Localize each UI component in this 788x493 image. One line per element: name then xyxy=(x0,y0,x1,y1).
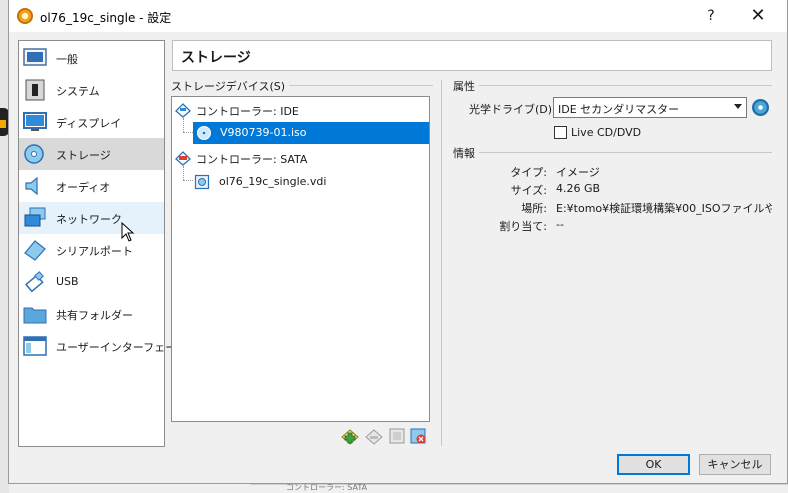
tree-item-label: コントローラー: IDE xyxy=(196,105,299,118)
title-bar[interactable]: ol76_19c_single - 設定 ? ✕ xyxy=(9,0,787,32)
info-attached-key: 割り当て: xyxy=(499,220,547,233)
mouse-cursor-icon xyxy=(121,222,135,242)
cancel-button[interactable]: キャンセル xyxy=(699,454,771,475)
sidebar-item-label: USB xyxy=(56,275,79,288)
remove-attachment-icon[interactable] xyxy=(365,427,383,445)
add-controller-icon[interactable] xyxy=(388,427,406,445)
sidebar-item-label: オーディオ xyxy=(56,181,111,194)
tree-item-label: コントローラー: SATA xyxy=(196,153,308,166)
shared-folder-icon xyxy=(23,307,47,324)
chevron-down-icon xyxy=(734,104,742,109)
tree-item-sata-controller[interactable]: コントローラー: SATA xyxy=(172,147,429,169)
info-type-key: タイプ: xyxy=(510,166,547,179)
live-cd-label[interactable]: Live CD/DVD xyxy=(571,126,641,139)
page-title: ストレージ xyxy=(181,50,251,66)
tree-item-hard-disk[interactable]: ol76_19c_single.vdi xyxy=(172,171,429,193)
sidebar-item-display[interactable]: ディスプレイ xyxy=(19,106,164,138)
optical-disk-icon xyxy=(197,126,211,140)
tree-item-label: V980739-01.iso xyxy=(220,126,307,139)
help-button[interactable]: ? xyxy=(699,4,723,28)
sidebar-item-audio[interactable]: オーディオ xyxy=(19,170,164,202)
sidebar-item-label: ネットワーク xyxy=(56,213,122,226)
sidebar-item-storage[interactable]: ストレージ xyxy=(19,138,164,170)
optical-drive-value: IDE セカンダリマスター xyxy=(558,103,680,116)
info-type-value: イメージ xyxy=(556,166,600,179)
add-attachment-icon[interactable] xyxy=(341,427,359,445)
optical-drive-label: 光学ドライブ(D): xyxy=(469,103,556,116)
live-cd-checkbox[interactable] xyxy=(554,126,567,139)
serial-port-icon xyxy=(24,240,46,261)
tree-item-ide-controller[interactable]: コントローラー: IDE xyxy=(172,99,429,121)
attributes-group-line xyxy=(453,85,772,86)
sidebar-item-label: シリアルポート xyxy=(56,245,133,258)
sidebar-item-label: ディスプレイ xyxy=(56,117,122,130)
attributes-group-title: 属性 xyxy=(453,78,479,94)
optical-drive-select[interactable]: IDE セカンダリマスター xyxy=(553,97,747,118)
info-group-title: 情報 xyxy=(453,145,479,161)
sidebar-item-label: 共有フォルダー xyxy=(56,309,133,322)
general-icon xyxy=(23,48,47,66)
close-button[interactable]: ✕ xyxy=(744,4,772,28)
display-icon xyxy=(23,112,47,131)
user-interface-icon xyxy=(23,336,47,356)
choose-disk-icon[interactable] xyxy=(752,99,769,116)
info-group-line xyxy=(453,152,772,153)
page-header: ストレージ xyxy=(172,40,772,71)
sidebar-item-network[interactable]: ネットワーク xyxy=(19,202,164,234)
sidebar-item-serial-port[interactable]: シリアルポート xyxy=(19,234,164,266)
system-icon xyxy=(25,79,45,101)
info-location-key: 場所: xyxy=(521,202,547,215)
settings-dialog: ol76_19c_single - 設定 ? ✕ 一般 システム ディスプレイ … xyxy=(8,0,788,484)
sidebar-item-system[interactable]: システム xyxy=(19,74,164,106)
usb-icon xyxy=(25,271,44,293)
sidebar-item-label: 一般 xyxy=(56,53,78,66)
info-size-key: サイズ: xyxy=(510,184,547,197)
sidebar-item-usb[interactable]: USB xyxy=(19,266,164,298)
info-attached-value: -- xyxy=(556,218,564,231)
sidebar-item-shared-folder[interactable]: 共有フォルダー xyxy=(19,298,164,330)
info-size-value: 4.26 GB xyxy=(556,182,601,195)
sidebar-item-label: ストレージ xyxy=(56,149,111,162)
virtualbox-settings-icon xyxy=(17,8,33,24)
remove-controller-icon[interactable] xyxy=(409,427,427,445)
audio-icon xyxy=(25,176,38,196)
tree-item-label: ol76_19c_single.vdi xyxy=(219,175,327,188)
info-location-value: E:¥tomo¥検証環境構築¥00_ISOファイルや… xyxy=(556,202,772,215)
panel-divider xyxy=(441,80,442,446)
ok-button[interactable]: OK xyxy=(617,454,690,475)
sata-controller-icon xyxy=(175,151,191,166)
sidebar-item-label: システム xyxy=(56,85,100,98)
storage-icon xyxy=(24,144,44,164)
storage-tree[interactable]: コントローラー: IDE V980739-01.iso コントローラー: SAT… xyxy=(171,96,430,422)
tree-item-optical-disk[interactable]: V980739-01.iso xyxy=(193,122,429,144)
window-title: ol76_19c_single - 設定 xyxy=(40,11,172,25)
sidebar-item-general[interactable]: 一般 xyxy=(19,42,164,74)
hard-disk-icon xyxy=(194,174,210,190)
sidebar-item-user-interface[interactable]: ユーザーインターフェース xyxy=(19,330,187,362)
settings-sidebar: 一般 システム ディスプレイ ストレージ オーディオ ネットワーク シリアルポー… xyxy=(18,40,187,447)
background-window-bottom: コントローラー: SATA xyxy=(250,483,788,493)
network-icon xyxy=(24,207,46,227)
ide-controller-icon xyxy=(175,103,191,118)
sidebar-item-label: ユーザーインターフェース xyxy=(56,341,187,354)
storage-devices-group-title: ストレージデバイス(S) xyxy=(171,78,290,94)
